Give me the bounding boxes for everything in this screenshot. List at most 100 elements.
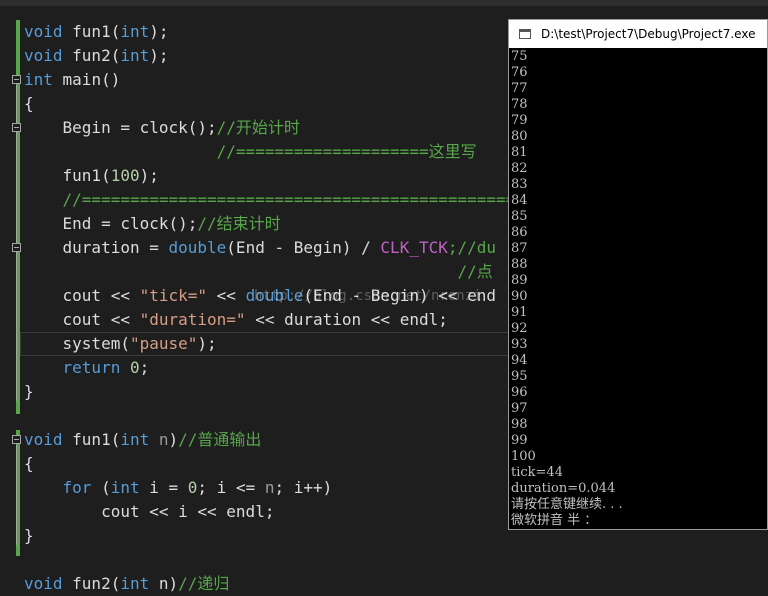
code-token: //点	[24, 262, 493, 281]
code-token: fun1(	[62, 22, 121, 41]
console-line: 85	[511, 209, 528, 224]
code-token: {	[24, 94, 34, 113]
code-token: int	[24, 70, 53, 89]
code-token: for	[62, 478, 92, 497]
code-line[interactable]: {	[24, 452, 34, 476]
console-line: 86	[511, 225, 528, 240]
console-line: 78	[511, 97, 528, 112]
console-line: 79	[511, 113, 528, 128]
code-token: (End - Begin) /	[226, 238, 381, 257]
code-token: Begin = clock();	[24, 118, 217, 137]
console-line: 83	[511, 177, 528, 192]
code-token: );	[139, 166, 159, 185]
code-line[interactable]: return 0;	[24, 356, 150, 380]
fold-toggle-icon[interactable]	[12, 123, 21, 132]
console-line: 75	[511, 49, 528, 64]
code-token: //====================这里写	[24, 142, 477, 161]
code-token: //开始计时	[216, 118, 300, 137]
code-token: "pause"	[129, 334, 198, 353]
console-line: 81	[511, 145, 528, 160]
code-line[interactable]: //======================================…	[24, 188, 525, 212]
fold-toggle-icon[interactable]	[12, 75, 21, 84]
console-line: 90	[511, 289, 528, 304]
console-line: 微软拼音 半 ：	[511, 513, 598, 528]
code-token: int	[120, 46, 150, 65]
code-token: int	[120, 22, 150, 41]
code-token: fun1(	[24, 166, 111, 185]
code-token: <<	[207, 286, 246, 305]
code-line[interactable]: End = clock();//结束计时	[24, 212, 281, 236]
fold-toggle-icon[interactable]	[12, 243, 21, 252]
console-line: 82	[511, 161, 528, 176]
code-line[interactable]: Begin = clock();//开始计时	[24, 116, 300, 140]
code-token: (	[91, 478, 111, 497]
console-line: 76	[511, 65, 528, 80]
console-line: 77	[511, 81, 528, 96]
code-token: );	[149, 46, 169, 65]
code-line[interactable]: cout << "duration=" << duration << endl;	[24, 308, 448, 332]
code-token: << duration << endl;	[245, 310, 448, 329]
code-token: "tick="	[139, 286, 208, 305]
code-token: int	[120, 430, 150, 449]
console-line: 94	[511, 353, 528, 368]
code-token: ;	[139, 358, 150, 377]
code-line[interactable]: cout << i << endl;	[24, 500, 274, 524]
console-line: 93	[511, 337, 528, 352]
code-token: //递归	[178, 574, 230, 593]
code-token: void	[24, 574, 63, 593]
console-output: 75 76 77 78 79 80 81 82 83 84 85 86 87 88 89 90 91 92 93 94…	[509, 49, 767, 529]
fold-toggle-icon[interactable]	[12, 435, 21, 444]
code-line[interactable]: }	[24, 524, 34, 548]
code-token: 0	[129, 358, 140, 377]
console-titlebar[interactable]: D:\test\Project7\Debug\Project7.exe	[509, 20, 767, 48]
console-window[interactable]: D:\test\Project7\Debug\Project7.exe 75 76…	[508, 19, 768, 530]
code-line[interactable]: void fun2(int n)//递归	[24, 572, 229, 596]
code-token: return	[62, 358, 121, 377]
code-line[interactable]: //====================这里写	[24, 140, 477, 164]
code-token: n)	[149, 574, 179, 593]
console-line: 87	[511, 241, 528, 256]
code-line[interactable]: void fun2(int);	[24, 44, 169, 68]
code-line[interactable]: }	[24, 380, 34, 404]
code-token: fun2(	[62, 46, 121, 65]
console-window-icon	[519, 29, 531, 39]
code-token: cout << i << endl;	[24, 502, 275, 521]
console-line: 99	[511, 433, 528, 448]
code-token: void	[24, 22, 63, 41]
code-token: //结束计时	[197, 214, 281, 233]
code-token: End = clock();	[24, 214, 198, 233]
code-token: fun2(	[62, 574, 121, 593]
code-token: cout <<	[24, 310, 140, 329]
code-line[interactable]: fun1(100);	[24, 164, 159, 188]
code-token: i =	[139, 478, 188, 497]
code-token: int	[120, 574, 150, 593]
code-line[interactable]: system("pause");	[24, 332, 217, 356]
code-line[interactable]: void fun1(int n)//普通输出	[24, 428, 261, 452]
console-line: 88	[511, 257, 528, 272]
code-line[interactable]: void fun1(int);	[24, 20, 169, 44]
console-line: 95	[511, 369, 528, 384]
code-line[interactable]: {	[24, 92, 34, 116]
code-line[interactable]: duration = double(End - Begin) / CLK_TCK…	[24, 236, 497, 260]
console-line: 89	[511, 273, 528, 288]
code-token: n	[158, 430, 169, 449]
console-line: duration=0.044	[511, 481, 616, 496]
code-line[interactable]: int main()	[24, 68, 120, 92]
console-line: 100	[511, 449, 536, 464]
code-token: }	[24, 382, 34, 401]
code-line[interactable]: for (int i = 0; i <= n; i++)	[24, 476, 333, 500]
code-token: double	[168, 238, 227, 257]
code-token: fun1(	[62, 430, 121, 449]
console-line: 80	[511, 129, 528, 144]
console-line: 请按任意键继续. . .	[511, 497, 623, 512]
code-token: n	[264, 478, 275, 497]
code-token: ; i <=	[197, 478, 265, 497]
code-token: );	[149, 22, 169, 41]
watermark: http://blog.csdn.net/nrenzi	[254, 288, 482, 304]
code-line[interactable]: //点	[24, 260, 493, 284]
code-token: {	[24, 454, 34, 473]
